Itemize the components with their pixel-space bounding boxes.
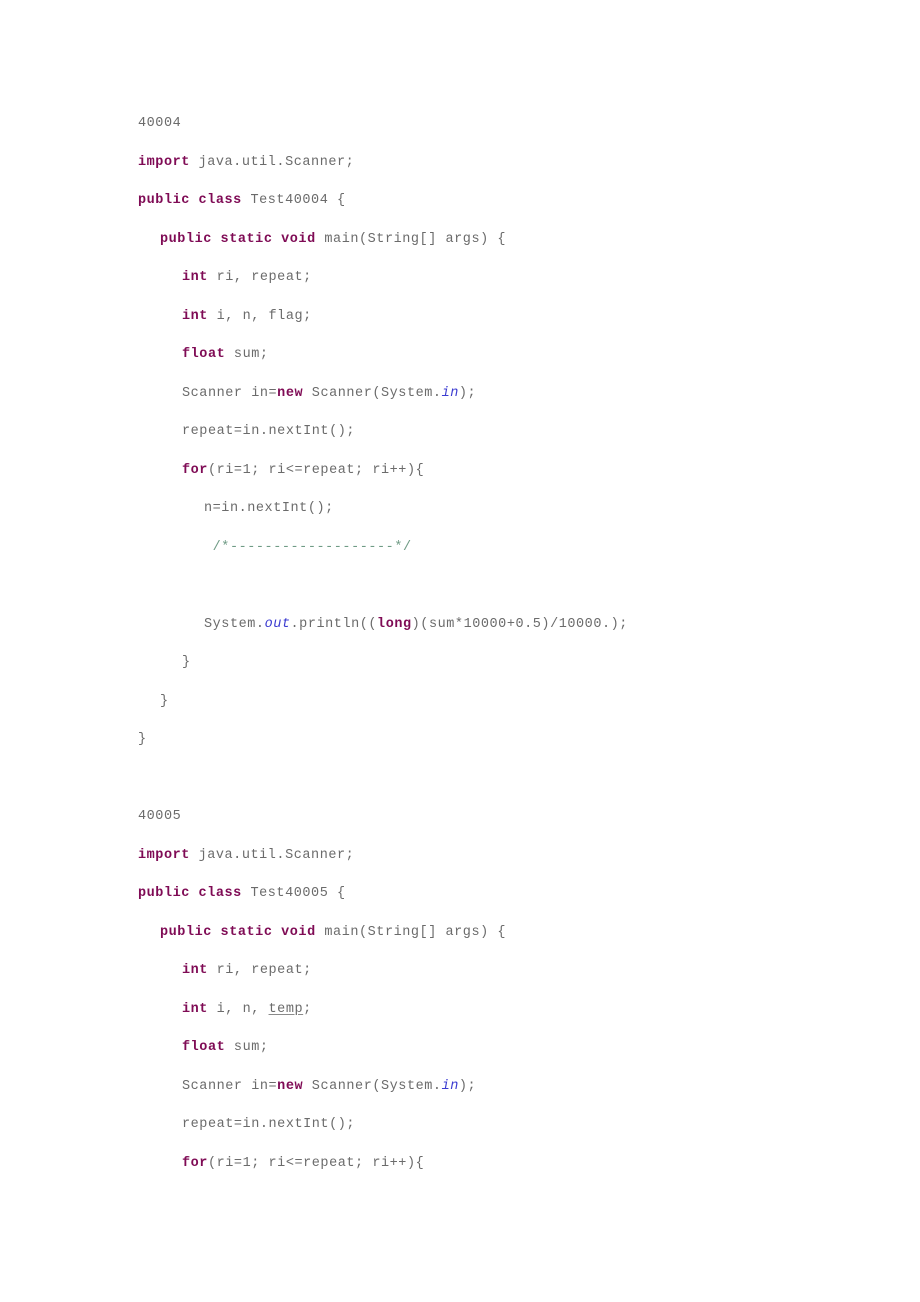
code-keyword: public class [138,886,242,901]
code-text: main(String[] args) { [315,231,507,247]
code-line: int i, n, flag; [0,298,920,337]
code-line: Scanner in=new Scanner(System.in); [0,1068,920,1107]
code-text: java.util.Scanner; [189,847,355,863]
code-field-reference: in [441,385,459,401]
code-text: Scanner in= [182,385,278,401]
code-keyword: int [182,1001,208,1017]
code-keyword: new [277,1078,304,1094]
code-text: ; [303,1001,312,1017]
code-text: repeat=in.nextInt(); [182,1117,356,1132]
code-text: Scanner(System. [303,1078,442,1094]
code-text: Test40004 { [241,193,346,208]
code-keyword: long [377,616,412,632]
code-keyword: import [138,154,190,170]
code-text: (ri=1; ri<=repeat; ri++){ [207,462,425,478]
code-text: n=in.nextInt(); [204,501,334,516]
code-keyword: public class [138,193,242,208]
code-line: int i, n, temp; [0,991,920,1030]
code-keyword: int [182,270,208,285]
code-text: } [138,732,147,747]
code-line: float sum; [0,336,920,375]
code-field-reference: out [264,616,291,632]
code-line: import java.util.Scanner; [0,144,920,183]
code-text: sum; [225,347,269,362]
code-line: float sum; [0,1029,920,1068]
code-text: Test40005 { [241,886,346,901]
code-text: ); [458,385,477,401]
code-keyword: float [182,347,226,362]
code-text: i, n, flag; [207,308,312,324]
code-line: repeat=in.nextInt(); [0,1106,920,1145]
code-text: main(String[] args) { [315,924,507,940]
code-line: Scanner in=new Scanner(System.in); [0,375,920,414]
code-keyword: new [277,385,304,401]
code-keyword: public static void [160,924,316,940]
code-text: java.util.Scanner; [189,154,355,170]
code-comment: /*-------------------*/ [204,539,412,555]
code-keyword: int [182,963,208,978]
code-line: System.out.println((long)(sum*10000+0.5)… [0,606,920,645]
code-line: /*-------------------*/ [0,529,920,568]
code-line: import java.util.Scanner; [0,837,920,876]
code-keyword: public static void [160,231,316,247]
code-identifier-underlined: temp [268,1001,304,1017]
code-text: Scanner in= [182,1078,278,1094]
code-text: .println(( [290,616,378,632]
code-text: sum; [225,1040,269,1055]
code-text: ri, repeat; [207,963,312,978]
code-field-reference: in [441,1078,459,1094]
code-keyword: float [182,1040,226,1055]
code-text: repeat=in.nextInt(); [182,424,356,439]
code-text: ri, repeat; [207,270,312,285]
code-text: } [182,655,191,670]
section-heading: 40004 [138,116,182,131]
code-keyword: for [182,462,208,478]
code-line: for(ri=1; ri<=repeat; ri++){ [0,452,920,491]
code-line: public static void main(String[] args) { [0,914,920,953]
code-text: (ri=1; ri<=repeat; ri++){ [207,1155,425,1171]
code-text: ); [458,1078,477,1094]
code-text: System. [204,616,265,632]
code-line: public class Test40004 { [0,182,920,221]
code-text: )(sum*10000+0.5)/10000.); [411,616,628,632]
code-line: } [0,644,920,683]
code-keyword: import [138,847,190,863]
code-line: for(ri=1; ri<=repeat; ri++){ [0,1145,920,1184]
code-line: public class Test40005 { [0,875,920,914]
code-text: } [160,693,169,709]
section-heading: 40005 [138,809,182,824]
code-line: repeat=in.nextInt(); [0,413,920,452]
code-line: } [0,721,920,760]
code-line: } [0,683,920,722]
code-keyword: int [182,308,208,324]
code-keyword: for [182,1155,208,1171]
document-page: 40004 import java.util.Scanner; public cla… [0,0,920,1302]
code-line: int ri, repeat; [0,259,920,298]
code-line: n=in.nextInt(); [0,490,920,529]
code-listing-body: 40004 import java.util.Scanner; public cla… [0,105,920,1183]
code-text: Scanner(System. [303,385,442,401]
code-line: int ri, repeat; [0,952,920,991]
code-text: i, n, [207,1001,269,1017]
code-line: public static void main(String[] args) { [0,221,920,260]
